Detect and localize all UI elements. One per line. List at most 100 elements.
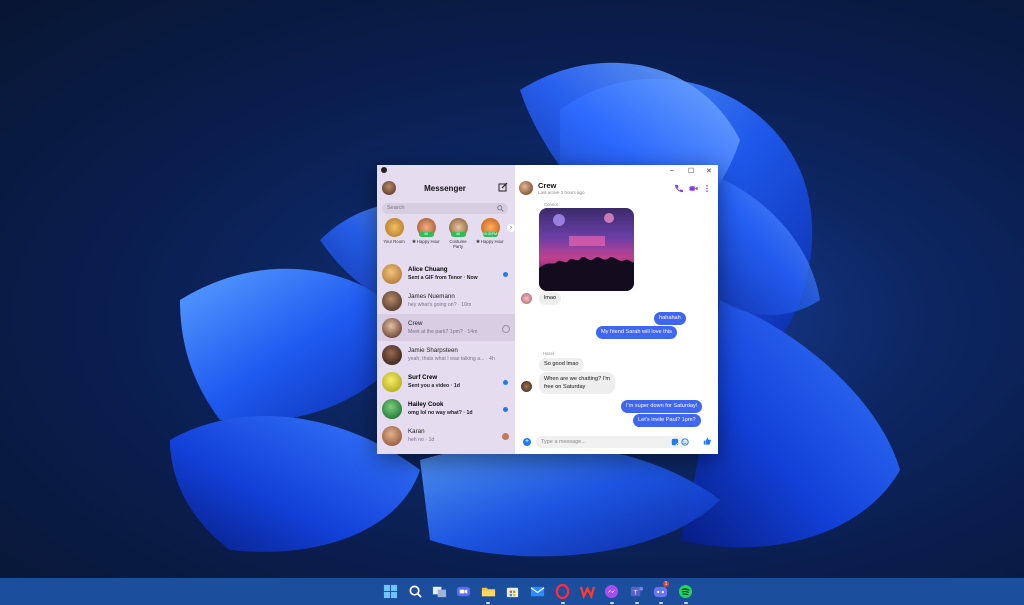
- running-indicator: [561, 602, 565, 604]
- teams-icon[interactable]: T: [629, 584, 644, 599]
- message-line: When are we chatting? I'm: [544, 376, 611, 382]
- avatar: [382, 264, 402, 284]
- my-avatar[interactable]: [382, 181, 396, 195]
- story-costume-party[interactable]: 46 Costume Party: [444, 218, 472, 249]
- close-button[interactable]: ✕: [706, 167, 712, 175]
- message-placeholder: Type a message...: [541, 439, 586, 445]
- video-call-icon[interactable]: [689, 184, 698, 193]
- story-your-room[interactable]: Your Room: [380, 218, 408, 244]
- conversation-preview: Sent you a video · 1d: [408, 383, 460, 389]
- conversation-item[interactable]: Jamie Sharpsteen yeah, thats what I was …: [377, 341, 515, 368]
- sender-avatar: [521, 293, 532, 304]
- conversation-name: James Nuemann: [408, 293, 455, 300]
- conversation-item-selected[interactable]: Crew Meet at the park? 1pm? · 14m: [377, 314, 515, 341]
- story-avatar: 10:30PM: [480, 218, 500, 237]
- mail-icon[interactable]: [530, 584, 545, 599]
- unread-indicator: [503, 407, 508, 412]
- running-indicator: [486, 602, 490, 604]
- sticker-icon[interactable]: [671, 438, 679, 446]
- conversation-preview: omg lol no way what? · 1d: [408, 410, 473, 416]
- sender-name: Hazel: [543, 351, 554, 356]
- story-avatar: 46: [416, 218, 436, 237]
- conversation-name: Karan: [408, 428, 425, 435]
- more-options-icon[interactable]: [704, 184, 710, 193]
- search-input[interactable]: Search: [382, 203, 508, 214]
- story-badge: 10:30PM: [482, 232, 498, 237]
- shared-photo[interactable]: [539, 208, 634, 291]
- message-incoming: lmao: [539, 292, 562, 305]
- story-badge: 46: [418, 232, 434, 237]
- unread-indicator: [503, 380, 508, 385]
- story-happy-hour-2[interactable]: 10:30PM ✱ Happy Hour: [476, 218, 504, 244]
- conversation-preview: heh no · 1d: [408, 437, 435, 443]
- conversation-item[interactable]: James Nuemann hey what's going on? · 10m: [377, 287, 515, 314]
- running-indicator: [610, 602, 614, 604]
- conversation-name: Hailey Cook: [408, 401, 444, 408]
- search-icon[interactable]: [408, 584, 423, 599]
- story-label: ✱ Happy Hour: [476, 239, 504, 244]
- conversation-item[interactable]: Surf Crew Sent you a video · 1d: [377, 368, 515, 395]
- message-outgoing: Let's invite Paul? 1pm?: [633, 414, 701, 427]
- conversation-preview: hey what's going on? · 10m: [408, 302, 472, 308]
- maximize-button[interactable]: ☐: [688, 167, 694, 175]
- add-attachment-icon[interactable]: +: [523, 438, 531, 446]
- chevron-right-icon[interactable]: ›: [507, 224, 515, 232]
- video-chat-icon[interactable]: [456, 584, 471, 599]
- conversation-preview: yeah, thats what I was talking a... · 4h: [408, 356, 495, 362]
- file-explorer-icon[interactable]: [481, 584, 496, 599]
- conversation-item[interactable]: Karan heh no · 1d: [377, 422, 515, 449]
- unread-indicator: [503, 272, 508, 277]
- running-indicator: [635, 602, 639, 604]
- chat-panel: – ☐ ✕ Crew Last active 2 hours ago Conno…: [515, 165, 718, 454]
- messenger-app-icon: [381, 167, 387, 173]
- opera-icon[interactable]: [555, 584, 570, 599]
- message-outgoing: hahahah: [654, 312, 686, 325]
- story-label: Costume Party: [449, 239, 467, 249]
- phone-icon[interactable]: [674, 184, 683, 193]
- search-icon: [497, 205, 504, 212]
- office-wps-icon[interactable]: [580, 584, 595, 599]
- story-label: Your Room: [383, 239, 405, 244]
- message-outgoing: My friend Sarah will love this: [596, 326, 677, 339]
- windows-start-icon[interactable]: [383, 584, 398, 599]
- notification-badge: 1: [663, 581, 669, 587]
- conversation-preview: Sent a GIF from Tenor · Now: [408, 275, 478, 281]
- search-placeholder: Search: [387, 205, 405, 211]
- conversation-avatar[interactable]: [519, 181, 533, 195]
- compose-icon[interactable]: [498, 182, 508, 192]
- messenger-window: Messenger Search Your Room 46 ✱ Happy Ho…: [377, 165, 718, 454]
- story-badge: 46: [450, 232, 466, 237]
- message-outgoing: I'm super down for Saturday!: [621, 400, 703, 413]
- avatar: [382, 399, 402, 419]
- message-incoming: When are we chatting? I'm free on Saturd…: [539, 372, 616, 394]
- message-incoming: So good lmao: [539, 358, 584, 371]
- conversation-name: Crew: [408, 320, 423, 327]
- conversation-name: Alice Chuang: [408, 266, 448, 273]
- last-active-status: Last active 2 hours ago: [538, 190, 585, 195]
- conversation-list: Alice Chuang Sent a GIF from Tenor · Now…: [377, 260, 515, 454]
- thumbs-up-icon[interactable]: [703, 437, 711, 445]
- conversation-item[interactable]: Alice Chuang Sent a GIF from Tenor · Now: [377, 260, 515, 287]
- minimize-button[interactable]: –: [670, 167, 674, 174]
- seen-avatar: [502, 433, 509, 440]
- avatar: [382, 372, 402, 392]
- avatar: [382, 291, 402, 311]
- rooms-row: Your Room 46 ✱ Happy Hour 46 Costume Par…: [380, 218, 515, 260]
- story-happy-hour[interactable]: 46 ✱ Happy Hour: [412, 218, 440, 244]
- conversation-name: Jamie Sharpsteen: [408, 347, 458, 354]
- story-avatar: 46: [448, 218, 468, 237]
- concert-image: [539, 213, 634, 291]
- running-indicator: [659, 602, 663, 604]
- message-input[interactable]: Type a message...: [536, 436, 686, 448]
- sender-name: Connor: [544, 202, 559, 207]
- store-icon[interactable]: [505, 584, 520, 599]
- spotify-icon[interactable]: [678, 584, 693, 599]
- task-view-icon[interactable]: [432, 584, 447, 599]
- messenger-icon[interactable]: [604, 584, 619, 599]
- conversation-item[interactable]: Hailey Cook omg lol no way what? · 1d: [377, 395, 515, 422]
- avatar: [382, 318, 402, 338]
- read-check-icon: [502, 325, 510, 333]
- sender-avatar: [521, 381, 532, 392]
- emoji-icon[interactable]: [681, 438, 689, 446]
- composer: + Type a message...: [515, 433, 718, 454]
